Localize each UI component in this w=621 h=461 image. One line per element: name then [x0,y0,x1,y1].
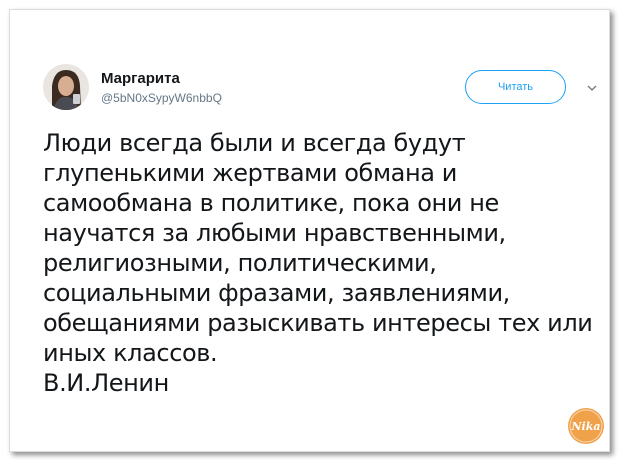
avatar-photo [43,64,89,110]
chevron-down-icon[interactable] [587,84,597,92]
follow-button[interactable]: Читать [465,70,566,104]
watermark-logo: Nika [568,408,604,444]
tweet-text-line: самообмана в политике, пока они не [43,189,499,217]
tweet-text-line: религиозными, политическими, [43,249,437,277]
follow-button-label: Читать [497,81,534,93]
watermark-text: Nika [571,420,601,433]
user-handle[interactable]: @5bN0xSypyW6nbbQ [101,91,222,105]
tweet-text-line: научатся за любыми нравственными, [43,219,506,247]
tweet-text-line: Люди всегда были и всегда будут [43,129,466,157]
tweet-text: Люди всегда были и всегда будут глупеньк… [43,128,608,398]
display-name[interactable]: Маргарита [101,70,180,87]
avatar[interactable] [43,64,89,110]
tweet-text-line: глупенькими жертвами обмана и [43,159,457,187]
tweet-attribution: В.И.Ленин [43,369,169,397]
tweet-text-line: иных классов. [43,339,218,367]
tweet-text-line: социальными фразами, заявлениями, [43,279,510,307]
tweet-text-line: обещаниями разыскивать интересы тех или [43,309,593,337]
tweet-card: Маргарита @5bN0xSypyW6nbbQ Читать Люди в… [9,9,610,452]
